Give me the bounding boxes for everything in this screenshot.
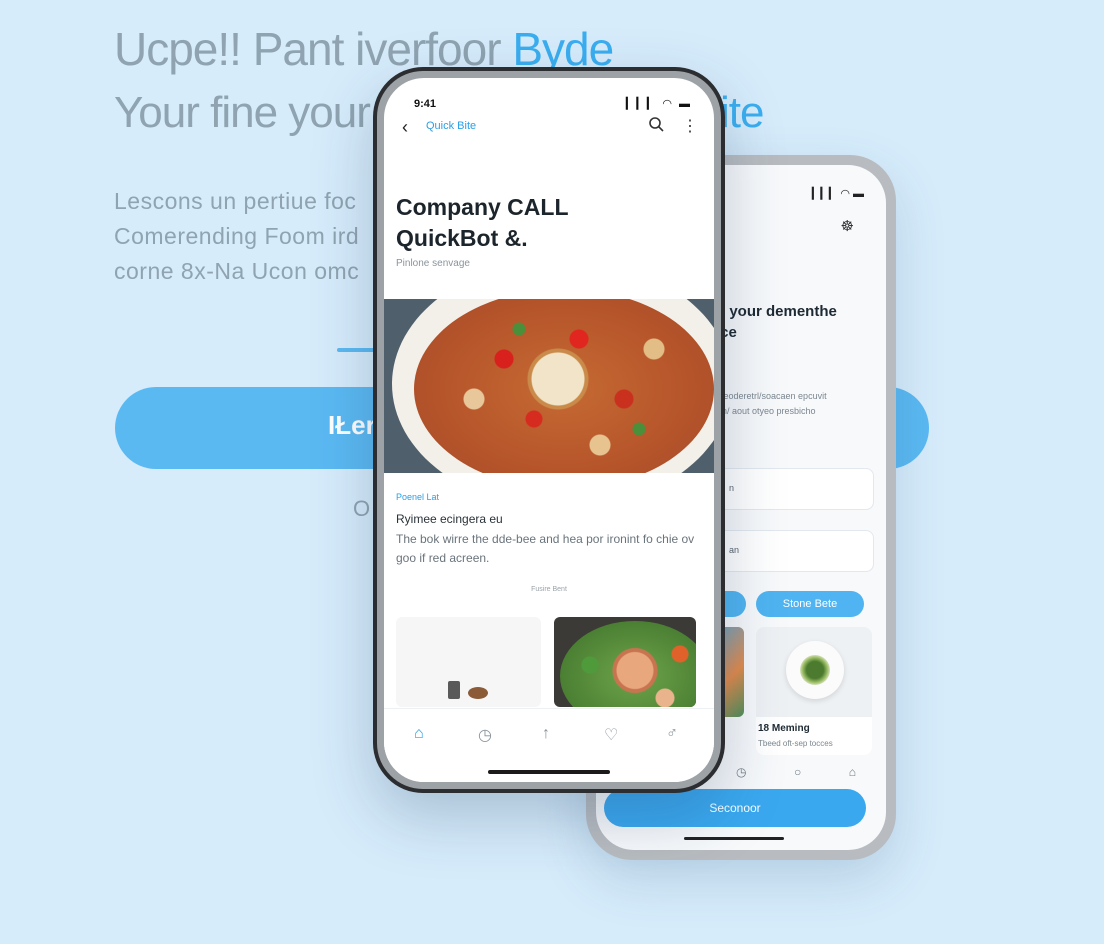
stone-bete-button[interactable]: Stone Bete bbox=[756, 591, 864, 617]
chevron-left-icon[interactable]: ‹ bbox=[402, 117, 408, 138]
salad-image bbox=[560, 621, 696, 707]
lead-line-2: Comerending Foom ird bbox=[114, 223, 360, 249]
home-icon[interactable]: ⌂ bbox=[414, 725, 424, 743]
more-icon[interactable]: ⋮ bbox=[682, 116, 698, 136]
thumbnail-card-1[interactable] bbox=[396, 617, 541, 707]
back-phone-nav: ◷ ○ ⌂ bbox=[736, 765, 856, 779]
headline-accent-2: ite bbox=[720, 88, 764, 137]
front-phone-screen: 9:41 ▎▎▎ ◠ ▬ ‹ Quick Bite ⋮ Company CALL… bbox=[384, 78, 714, 782]
home-indicator bbox=[488, 770, 610, 774]
food-card-image bbox=[756, 627, 872, 717]
heart-icon[interactable]: ♡ bbox=[604, 725, 618, 745]
headline-line-2: Your fine your bbox=[114, 88, 371, 138]
input-field-1[interactable]: n bbox=[708, 468, 874, 510]
status-bar-icons: ▎▎▎ ◠ ▬ bbox=[811, 188, 864, 200]
input-field-2[interactable]: an bbox=[708, 530, 874, 572]
input-field-2-text: an bbox=[729, 545, 740, 555]
profile-icon[interactable]: ♂ bbox=[666, 725, 678, 743]
back-phone-title: n your dementhe ice bbox=[716, 303, 837, 341]
thumbs-up-icon[interactable]: ↑ bbox=[542, 725, 550, 743]
hero-food-image[interactable] bbox=[384, 299, 714, 473]
circle-icon[interactable]: ○ bbox=[794, 765, 801, 779]
clock-icon[interactable]: ◷ bbox=[478, 725, 492, 745]
settings-icon[interactable]: ☸ bbox=[841, 217, 854, 235]
food-card-title: 18 Meming bbox=[758, 723, 810, 734]
item-image-2 bbox=[468, 687, 488, 699]
card-caption: Fusire Bent bbox=[531, 586, 567, 593]
plate-image bbox=[786, 641, 844, 699]
divider bbox=[337, 348, 377, 352]
search-icon[interactable] bbox=[648, 116, 664, 137]
food-card[interactable]: 18 Meming Tbeed oft-sep tocces bbox=[756, 627, 872, 755]
status-bar-icons: ▎▎▎ ◠ ▬ bbox=[625, 98, 692, 110]
bottom-action-button[interactable]: Seconoor bbox=[604, 789, 866, 827]
item-image bbox=[448, 681, 460, 699]
food-image bbox=[414, 299, 714, 473]
headline-line-2-accent: ite bbox=[720, 88, 764, 138]
food-card-subtitle: Tbeed oft-sep tocces bbox=[758, 739, 833, 748]
thumbnail-card-2[interactable] bbox=[554, 617, 696, 707]
hero-title: Company CALL QuickBot &. bbox=[396, 194, 569, 251]
back-phone-subtitle: e eoderetrl/soacaen epcuvit An/ aout oty… bbox=[716, 391, 827, 416]
hero-subtitle: Pinlone senvage bbox=[396, 258, 470, 269]
card-title: Ryimee ecingera eu bbox=[396, 512, 503, 526]
lead-line-1: Lescons un pertiue foc bbox=[114, 188, 357, 214]
primary-cta-label: IŁer bbox=[328, 410, 376, 440]
or-label: O bbox=[353, 496, 371, 521]
card-body: The bok wirre the dde-bee and hea por ir… bbox=[396, 532, 695, 565]
card-tag[interactable]: Poenel Lat bbox=[396, 492, 439, 502]
status-time: 9:41 bbox=[414, 98, 437, 110]
input-field-1-text: n bbox=[729, 483, 735, 493]
app-title: Quick Bite bbox=[426, 120, 477, 132]
front-phone: 9:41 ▎▎▎ ◠ ▬ ‹ Quick Bite ⋮ Company CALL… bbox=[373, 67, 725, 793]
lead-line-3: corne 8x-Na Ucon omc bbox=[114, 258, 360, 284]
clock-icon[interactable]: ◷ bbox=[736, 765, 746, 779]
headline-text-2: Your fine your bbox=[114, 88, 371, 137]
home-indicator bbox=[684, 837, 784, 840]
home-icon[interactable]: ⌂ bbox=[849, 765, 856, 779]
bowl-image bbox=[800, 655, 830, 685]
